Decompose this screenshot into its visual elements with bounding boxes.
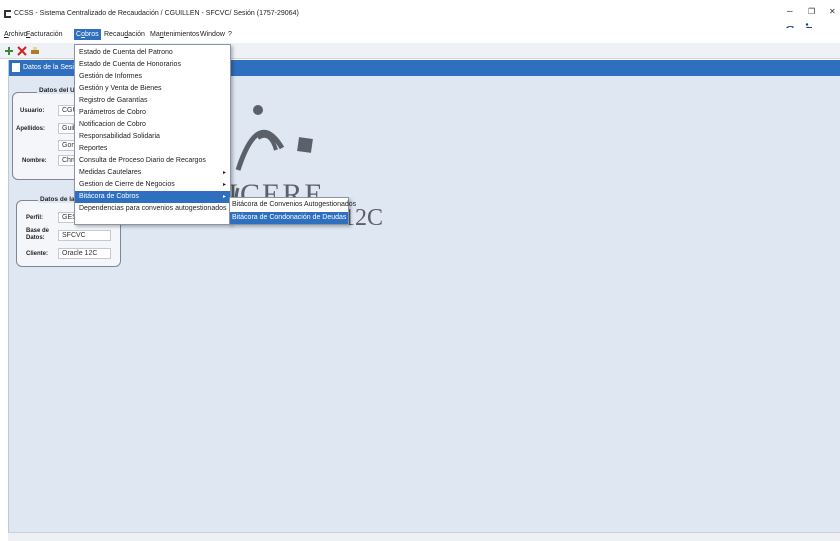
menu-cobros[interactable]: Cobros	[74, 29, 101, 40]
session-icon	[12, 63, 20, 72]
menu-item-reportes[interactable]: Reportes	[75, 143, 230, 155]
cliente-label: Cliente:	[26, 251, 49, 257]
menu-bar: Archivo Facturación Cobros Recaudación M…	[0, 28, 840, 43]
bitacora-cobros-label: Bitácora de Cobros	[79, 193, 139, 200]
menu-item-estado-cuenta-honorarios[interactable]: Estado de Cuenta de Honorarios	[75, 59, 230, 71]
panel-title: Datos de la Sesi	[23, 64, 74, 71]
user-group-title: Datos del U	[37, 87, 77, 94]
menu-item-responsabilidad-solidaria[interactable]: Responsabilidad Solidaria	[75, 131, 230, 143]
menu-item-gestion-informes[interactable]: Gestión de Informes	[75, 71, 230, 83]
new-record-icon[interactable]	[4, 46, 14, 56]
restore-button[interactable]: ❐	[808, 7, 815, 16]
menu-item-estado-cuenta-patrono[interactable]: Estado de Cuenta del Patrono	[75, 47, 230, 59]
cobros-dropdown-menu: Estado de Cuenta del Patrono Estado de C…	[74, 44, 231, 225]
menu-item-gestion-cierre-negocios[interactable]: Gestion de Cierre de Negocios ▸	[75, 179, 230, 191]
window-title: CCSS - Sistema Centralizado de Recaudaci…	[14, 10, 299, 17]
menu-mantenimientos[interactable]: Mantenimientos	[150, 31, 199, 38]
bitacora-submenu: Bitácora de Convenios Autogestionados Bi…	[229, 197, 356, 225]
print-icon[interactable]	[30, 46, 40, 56]
submenu-arrow-icon: ▸	[222, 182, 226, 188]
base-label-1: Base de	[26, 228, 50, 234]
menu-item-dependencias-convenios[interactable]: Dependencias para convenios autogestiona…	[75, 203, 230, 215]
horizontal-scrollbar[interactable]	[8, 532, 840, 541]
menu-item-consulta-recargos[interactable]: Consulta de Proceso Diario de Recargos	[75, 155, 230, 167]
submenu-arrow-icon: ▸	[222, 194, 226, 200]
menu-help[interactable]: ?	[228, 31, 232, 38]
menu-item-registro-garantias[interactable]: Registro de Garantías	[75, 95, 230, 107]
menu-archivo[interactable]: Archivo	[4, 31, 27, 38]
minimize-button[interactable]: –	[787, 6, 793, 17]
delete-icon[interactable]	[17, 46, 27, 56]
medidas-cautelares-label: Medidas Cautelares	[79, 169, 142, 176]
menu-item-medidas-cautelares[interactable]: Medidas Cautelares ▸	[75, 167, 230, 179]
base-datos-field[interactable]: SFCVC	[58, 230, 111, 241]
menu-item-notificacion-cobro[interactable]: Notificacion de Cobro	[75, 119, 230, 131]
menu-facturacion[interactable]: Facturación	[26, 31, 63, 38]
submenu-arrow-icon: ▸	[222, 170, 226, 176]
submenu-item-bitacora-convenios[interactable]: Bitácora de Convenios Autogestionados	[230, 199, 356, 211]
title-bar: CCSS - Sistema Centralizado de Recaudaci…	[0, 0, 840, 28]
session-group-title: Datos de la	[38, 196, 77, 203]
menu-item-gestion-venta-bienes[interactable]: Gestión y Venta de Bienes	[75, 83, 230, 95]
menu-window[interactable]: Window	[200, 31, 225, 38]
close-button[interactable]: ✕	[829, 7, 836, 16]
submenu-item-bitacora-condonacion[interactable]: Bitácora de Condonación de Deudas	[230, 212, 348, 224]
menu-item-bitacora-cobros[interactable]: Bitácora de Cobros ▸	[75, 191, 230, 203]
apellidos-label: Apellidos:	[16, 126, 46, 132]
nombre-label: Nombre:	[22, 158, 47, 164]
usuario-label: Usuario:	[20, 108, 45, 114]
menu-recaudacion[interactable]: Recaudación	[104, 31, 145, 38]
gestion-cierre-label: Gestion de Cierre de Negocios	[79, 181, 175, 188]
cliente-field[interactable]: Oracle 12C	[58, 248, 111, 259]
perfil-label: Perfil:	[26, 215, 44, 221]
base-label-2: Datos:	[26, 235, 45, 241]
app-icon	[4, 10, 11, 18]
menu-item-parametros-cobro[interactable]: Parámetros de Cobro	[75, 107, 230, 119]
